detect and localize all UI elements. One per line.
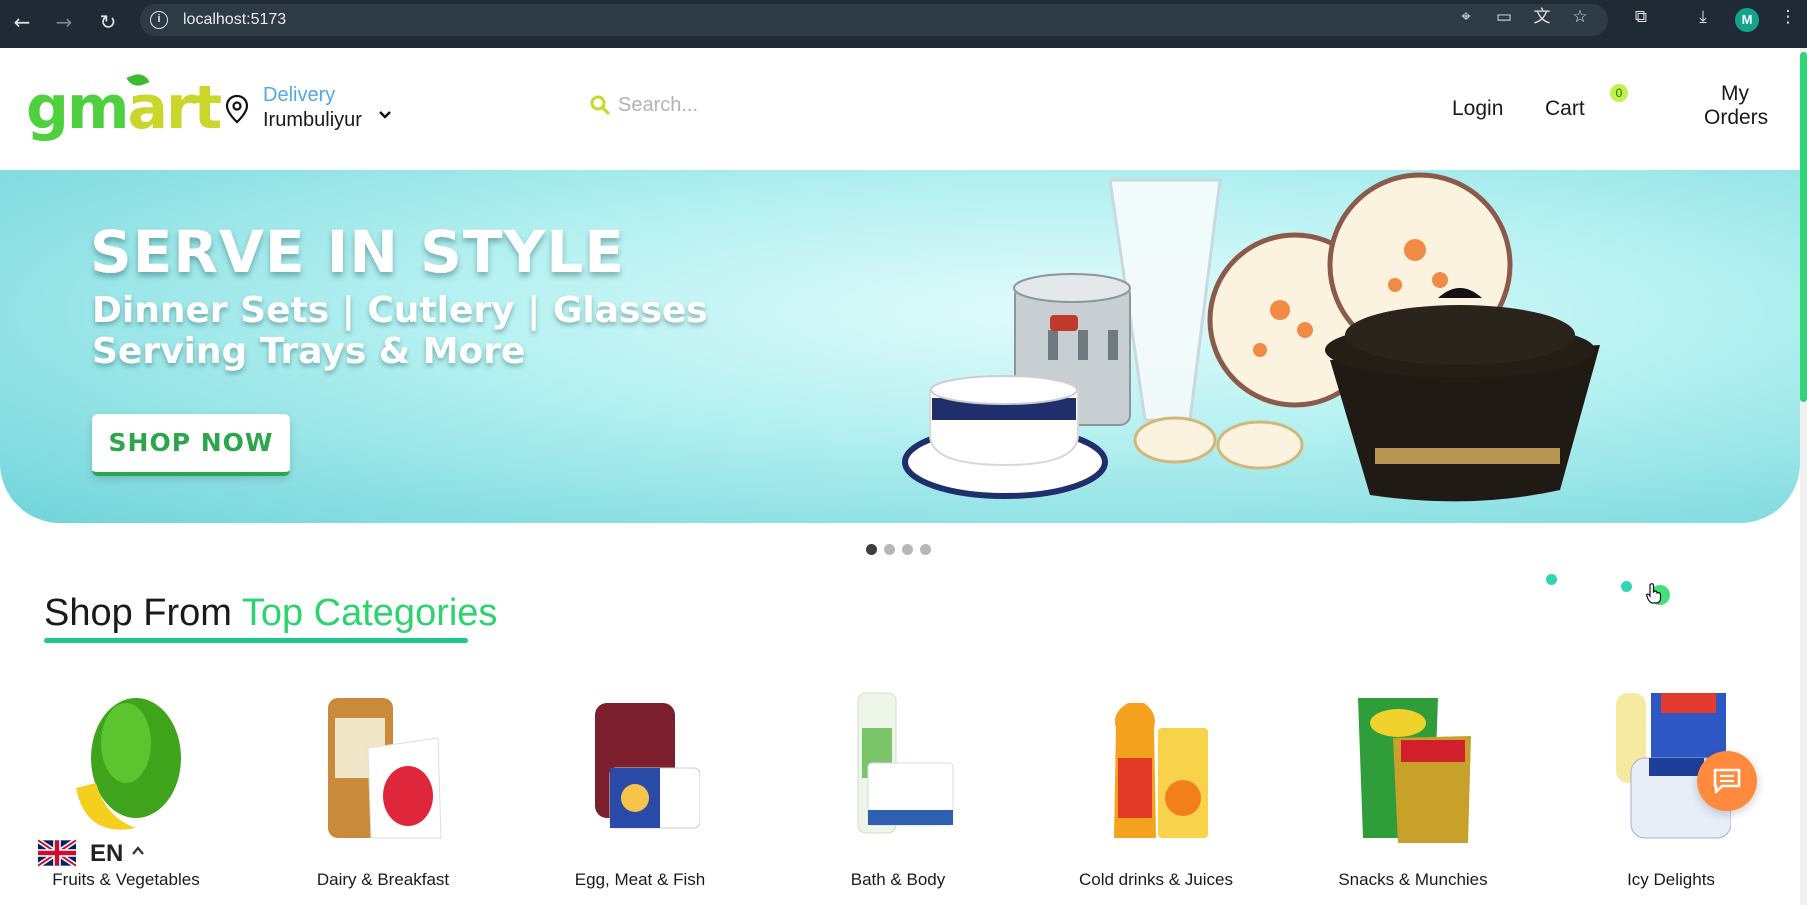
login-link[interactable]: Login [1452, 97, 1503, 121]
download-icon[interactable]: ⤓ [1692, 6, 1714, 28]
chevron-down-icon[interactable] [376, 106, 394, 124]
hero-banner[interactable]: SERVE IN STYLE Dinner Sets | Cutlery | G… [0, 170, 1800, 523]
profile-avatar[interactable]: M [1735, 8, 1759, 32]
my-orders-line2: Orders [1704, 106, 1769, 129]
location-icon[interactable]: ⌖ [1455, 6, 1477, 28]
category-label: Cold drinks & Juices [1078, 870, 1233, 889]
search-input[interactable] [618, 90, 1218, 120]
cart-link[interactable]: Cart [1545, 97, 1585, 121]
decorative-dot [1621, 581, 1632, 592]
category-label: Bath & Body [850, 870, 946, 889]
shop-now-button[interactable]: SHOP NOW [92, 414, 290, 476]
address-bar[interactable]: i localhost:5173 [140, 4, 1608, 36]
category-label: Fruits & Vegetables [52, 870, 200, 889]
carousel-dot-2[interactable] [884, 544, 895, 555]
site-header: gmart Delivery Irumbuliyur Login Cart 0 … [0, 48, 1800, 170]
cart-count-badge: 0 [1610, 84, 1628, 102]
section-title-accent: Top Categories [241, 592, 498, 634]
bath-body-image [857, 692, 954, 834]
dairy-breakfast-image [328, 698, 442, 839]
carousel-dot-1[interactable] [866, 544, 877, 555]
fruits-vegetables-image [76, 698, 181, 830]
search-bar[interactable] [580, 88, 1240, 122]
logo-text-gm: gm [26, 73, 129, 143]
delivery-label: Delivery [263, 84, 336, 106]
language-selector[interactable]: EN [38, 837, 158, 871]
category-label: Dairy & Breakfast [316, 870, 450, 889]
hand-cursor-icon [1645, 583, 1662, 604]
page-scrollbar[interactable] [1800, 48, 1807, 905]
category-label: Snacks & Munchies [1338, 870, 1488, 889]
section-title: Shop From Top Categories [44, 592, 497, 635]
location-pin-icon [225, 94, 249, 124]
decorative-dot [1546, 574, 1557, 585]
category-label: Egg, Meat & Fish [574, 870, 706, 889]
chat-button[interactable] [1697, 751, 1757, 811]
chevron-up-icon [132, 846, 144, 855]
browser-toolbar: ← → ↻ i localhost:5173 ⌖ ▭ 文 ☆ ⧉ ⤓ M ⋮ [0, 0, 1807, 48]
delivery-location[interactable]: Irumbuliyur [263, 109, 362, 132]
scrollbar-thumb[interactable] [1800, 52, 1807, 402]
site-info-icon[interactable]: i [150, 11, 168, 29]
install-app-icon[interactable]: ▭ [1493, 6, 1515, 28]
forward-icon[interactable]: → [50, 8, 78, 36]
cold-drinks-juices-image [1114, 703, 1208, 838]
tableware-illustration [902, 172, 1600, 502]
section-title-underline [44, 638, 468, 643]
my-orders-link[interactable]: My Orders [1704, 82, 1769, 130]
banner-subtitle-1: Dinner Sets | Cutlery | Glasses [92, 290, 708, 331]
uk-flag-icon [38, 839, 76, 867]
reload-icon[interactable]: ↻ [94, 8, 122, 36]
category-label: Icy Delights [1627, 870, 1715, 889]
gmart-logo[interactable]: gmart [26, 78, 222, 138]
chat-bubble-icon [1713, 768, 1741, 794]
address-url[interactable]: localhost:5173 [183, 11, 286, 29]
carousel-dot-4[interactable] [920, 544, 931, 555]
carousel-dot-3[interactable] [902, 544, 913, 555]
translate-icon[interactable]: 文 [1531, 6, 1553, 28]
extensions-icon[interactable]: ⧉ [1630, 6, 1652, 28]
banner-title: SERVE IN STYLE [90, 218, 625, 286]
my-orders-line1: My [1721, 82, 1749, 105]
snacks-munchies-image [1358, 698, 1471, 843]
back-icon[interactable]: ← [8, 8, 36, 36]
banner-subtitle-2: Serving Trays & More [92, 331, 526, 372]
section-title-plain: Shop From [44, 592, 242, 634]
menu-kebab-icon[interactable]: ⋮ [1777, 6, 1799, 28]
search-icon [590, 95, 610, 115]
language-code: EN [90, 840, 124, 867]
bookmark-star-icon[interactable]: ☆ [1569, 6, 1591, 28]
egg-meat-fish-image [595, 703, 700, 829]
